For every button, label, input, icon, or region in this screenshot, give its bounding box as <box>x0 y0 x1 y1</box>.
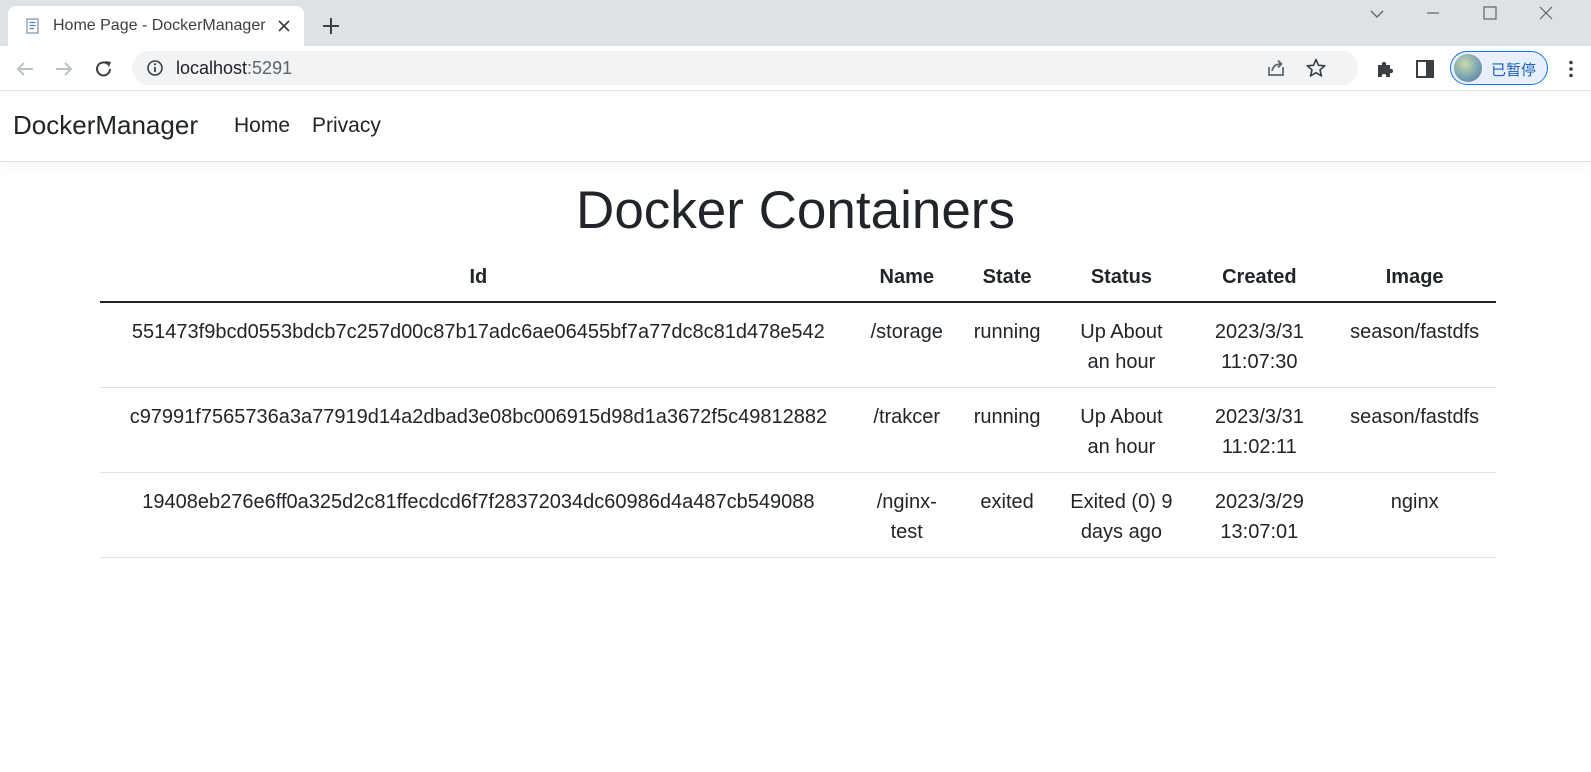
container-status: Exited (0) 9 days ago <box>1057 472 1186 558</box>
container-status-text: Up About an hour <box>1080 321 1163 373</box>
column-header-created: Created <box>1185 254 1334 303</box>
kebab-menu-icon[interactable] <box>1560 58 1582 80</box>
container-name: /trakcer <box>856 387 957 473</box>
container-name-text: /trakcer <box>873 406 941 428</box>
container-status-text: Exited (0) 9 days ago <box>1070 491 1173 543</box>
container-image: season/fastdfs <box>1333 387 1496 473</box>
container-id: c97991f7565736a3a77919d14a2dbad3e08bc006… <box>100 387 857 473</box>
share-icon[interactable] <box>1265 57 1287 79</box>
nav-link-home[interactable]: Home <box>234 114 290 138</box>
minimize-icon[interactable] <box>1408 0 1458 30</box>
container-state: running <box>956 387 1058 473</box>
container-image: season/fastdfs <box>1333 302 1496 388</box>
address-bar[interactable]: localhost:5291 <box>132 51 1358 85</box>
container-created: 2023/3/31 11:02:11 <box>1185 387 1334 473</box>
tab-strip: Home Page - DockerManager <box>0 0 1591 46</box>
nav-link-privacy[interactable]: Privacy <box>312 114 381 138</box>
browser-tab[interactable]: Home Page - DockerManager <box>8 6 304 46</box>
info-icon[interactable] <box>146 59 164 77</box>
table-row: 19408eb276e6ff0a325d2c81ffecdcd6f7f28372… <box>100 472 1496 558</box>
url-port: :5291 <box>247 58 293 78</box>
browser-toolbar: localhost:5291 已暂停 <box>0 46 1591 91</box>
url-text: localhost:5291 <box>176 58 292 79</box>
column-header-status: Status <box>1057 254 1186 303</box>
container-name-text: /storage <box>870 321 943 343</box>
container-state: exited <box>956 472 1058 558</box>
site-navbar: DockerManager Home Privacy <box>0 92 1591 162</box>
container-created-text: 2023/3/31 11:02:11 <box>1214 406 1304 458</box>
star-icon[interactable] <box>1305 57 1327 79</box>
container-created: 2023/3/31 11:07:30 <box>1185 302 1334 388</box>
profile-button[interactable]: 已暂停 <box>1450 51 1548 85</box>
column-header-state: State <box>956 254 1058 303</box>
container-created: 2023/3/29 13:07:01 <box>1185 472 1334 558</box>
puzzle-icon[interactable] <box>1374 58 1396 80</box>
document-icon <box>25 18 41 34</box>
container-status: Up About an hour <box>1057 387 1186 473</box>
container-name-text: /nginx-test <box>876 491 937 543</box>
column-header-image: Image <box>1333 254 1496 303</box>
container-state: running <box>956 302 1058 388</box>
container-status: Up About an hour <box>1057 302 1186 388</box>
chevron-down-icon[interactable] <box>1352 0 1402 30</box>
side-panel-icon[interactable] <box>1414 58 1436 80</box>
table-row: 551473f9bcd0553bdcb7c257d00c87b17adc6ae0… <box>100 302 1496 388</box>
container-name: /nginx-test <box>856 472 957 558</box>
avatar <box>1454 54 1482 82</box>
container-created-text: 2023/3/31 11:07:30 <box>1214 321 1304 373</box>
tab-title: Home Page - DockerManager <box>53 17 266 34</box>
plus-icon[interactable] <box>320 15 342 37</box>
profile-label: 已暂停 <box>1491 61 1537 79</box>
page-title: Docker Containers <box>576 181 1015 240</box>
column-header-id: Id <box>100 254 857 303</box>
container-id: 551473f9bcd0553bdcb7c257d00c87b17adc6ae0… <box>100 302 857 388</box>
back-arrow-icon[interactable] <box>14 58 36 80</box>
containers-table: Id Name State Status Created Image 55147… <box>100 254 1496 558</box>
container-status-text: Up About an hour <box>1080 406 1163 458</box>
brand-link[interactable]: DockerManager <box>13 110 198 141</box>
container-name: /storage <box>856 302 957 388</box>
container-created-text: 2023/3/29 13:07:01 <box>1214 491 1304 543</box>
close-icon[interactable] <box>274 16 294 36</box>
container-image: nginx <box>1333 472 1496 558</box>
url-host: localhost <box>176 58 248 78</box>
column-header-name: Name <box>856 254 957 303</box>
table-header-row: Id Name State Status Created Image <box>100 254 1496 303</box>
table-row: c97991f7565736a3a77919d14a2dbad3e08bc006… <box>100 387 1496 473</box>
close-window-icon[interactable] <box>1521 0 1571 30</box>
maximize-icon[interactable] <box>1465 0 1515 30</box>
forward-arrow-icon[interactable] <box>53 58 75 80</box>
container-id: 19408eb276e6ff0a325d2c81ffecdcd6f7f28372… <box>100 472 857 558</box>
reload-icon[interactable] <box>93 58 115 80</box>
